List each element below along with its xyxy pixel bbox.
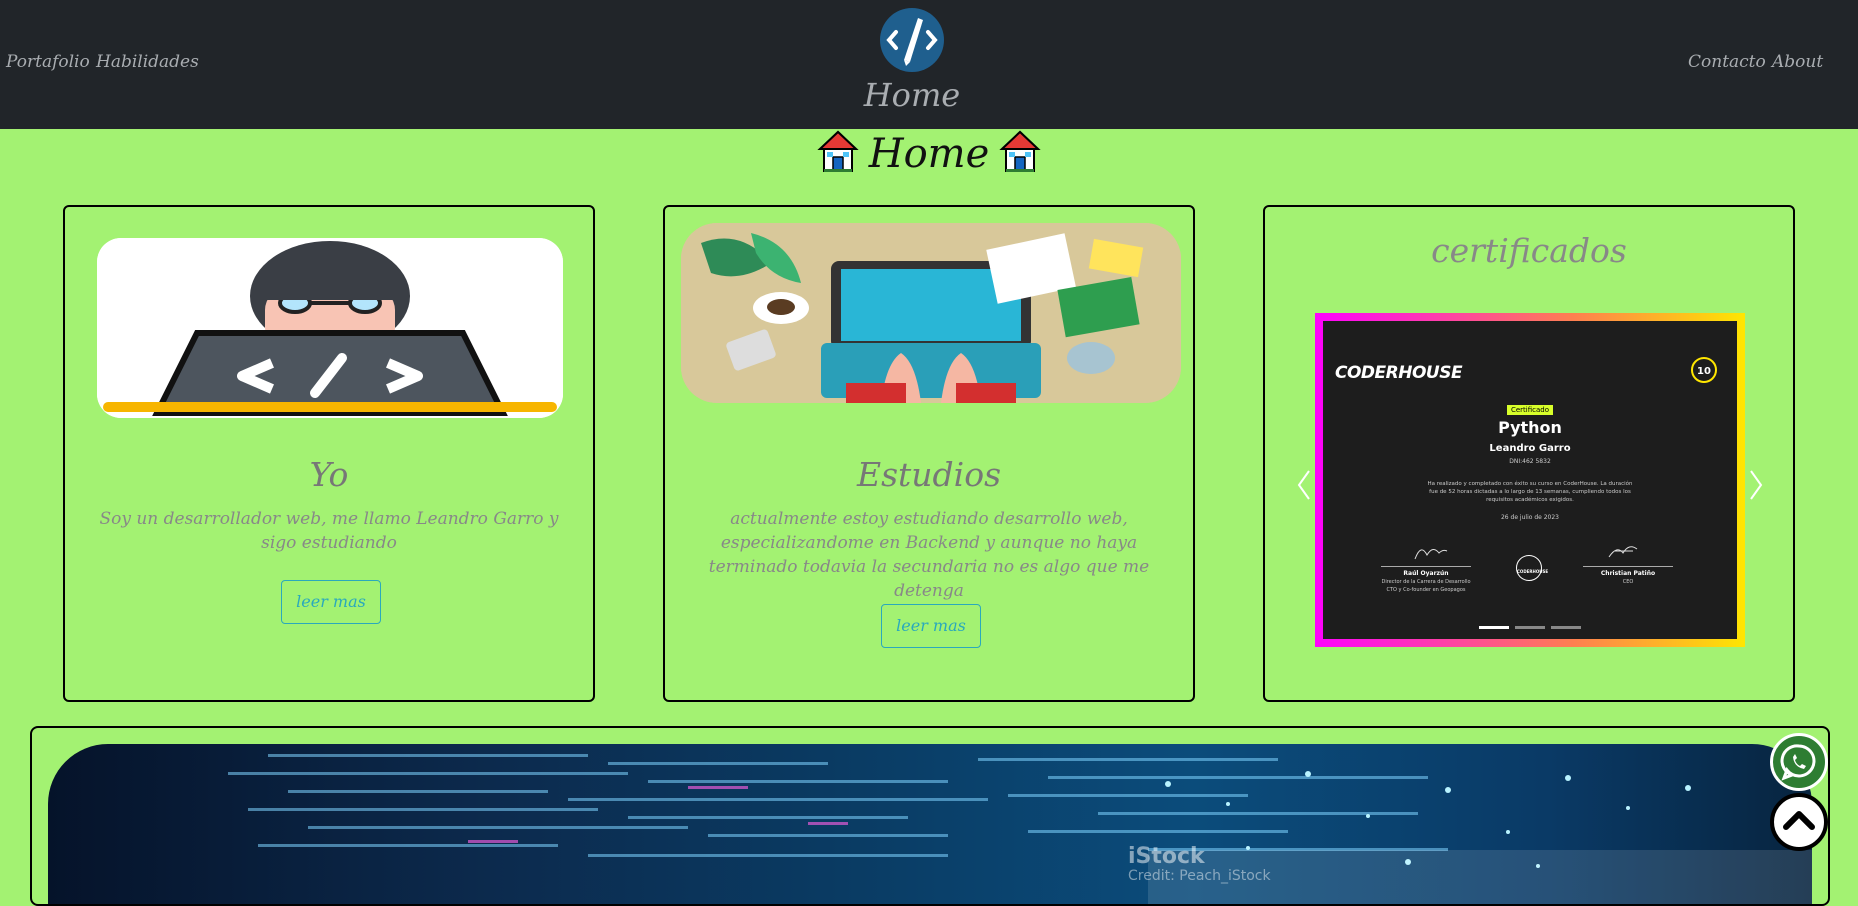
cert-date: 26 de julio de 2023 — [1500, 514, 1559, 521]
signature-right — [1608, 546, 1638, 558]
card-estudios-title: Estudios — [856, 455, 1002, 494]
carousel-indicator-2[interactable] — [1515, 626, 1545, 629]
nav-link-habilidades[interactable]: Habilidades — [96, 52, 199, 72]
cert-center-seal: CODERHOUSE — [1516, 555, 1548, 581]
card-estudios-read-more-button[interactable]: leer mas — [881, 604, 981, 648]
study-desk-illustration — [681, 223, 1181, 403]
cert-signer-right-role: CEO — [1622, 579, 1634, 585]
carousel-indicator-1[interactable] — [1479, 626, 1509, 629]
card-yo: Yo Soy un desarrollador web, me llamo Le… — [63, 205, 595, 702]
house-icon — [999, 129, 1041, 186]
navbar: Portafolio Habilidades Home Contacto Abo… — [0, 0, 1858, 129]
cert-body: Ha realizado y completado con éxito su c… — [1427, 481, 1633, 503]
cert-dni: DNI:462 5832 — [1509, 458, 1551, 465]
carousel-prev-button[interactable] — [1289, 463, 1319, 507]
card-certificados: certificados CODERHOUSE 10 Certificado P… — [1263, 205, 1795, 702]
house-icon — [817, 129, 859, 186]
card-certificados-title: certificados — [1431, 231, 1627, 270]
page-title: Home — [0, 128, 1858, 186]
cert-student: Leandro Garro — [1489, 443, 1571, 454]
nav-link-about[interactable]: About — [1772, 52, 1823, 72]
cert-signer-left-role: Director de la Carrera de Desarrollo — [1381, 579, 1471, 585]
award-badge-icon: 10 — [1691, 357, 1717, 383]
card-estudios: Estudios actualmente estoy estudiando de… — [663, 205, 1195, 702]
chevron-right-icon — [1750, 470, 1763, 500]
nav-link-contacto[interactable]: Contacto — [1688, 52, 1766, 72]
cert-course: Python — [1498, 418, 1562, 437]
cert-signer-left-role2: CTO y Co-founder en Geopagos — [1386, 587, 1466, 593]
banner-watermark: iStock — [1128, 844, 1205, 869]
developer-illustration — [97, 238, 563, 418]
card-yo-title: Yo — [309, 455, 349, 494]
page-title-text: Home — [868, 131, 990, 177]
signature-left — [1414, 549, 1448, 560]
banner-section: iStock Credit: Peach_iStock — [30, 726, 1830, 906]
brand-logo-icon[interactable] — [880, 8, 944, 72]
whatsapp-icon — [1780, 744, 1816, 781]
carousel-indicator-3[interactable] — [1551, 626, 1581, 629]
cert-signer-left-name: Raúl Oyarzún — [1403, 570, 1449, 577]
card-yo-read-more-button[interactable]: leer mas — [281, 580, 381, 624]
card-yo-text: Soy un desarrollador web, me llamo Leand… — [99, 509, 559, 553]
code-banner-image: iStock Credit: Peach_iStock — [48, 744, 1812, 904]
carousel-indicators — [1479, 626, 1583, 629]
carousel-next-button[interactable] — [1741, 463, 1771, 507]
card-estudios-text: actualmente estoy estudiando desarrollo … — [708, 509, 1150, 601]
whatsapp-button[interactable] — [1770, 733, 1828, 791]
cert-brand: CODERHOUSE — [1335, 363, 1463, 383]
certificate-slide: CODERHOUSE 10 Certificado Python Leandro… — [1315, 313, 1745, 647]
chevron-up-icon — [1783, 811, 1815, 830]
cert-signer-right-name: Christian Patiño — [1600, 570, 1656, 577]
banner-credit: Credit: Peach_iStock — [1128, 868, 1271, 884]
scroll-to-top-button[interactable] — [1770, 793, 1828, 851]
brand-home-link[interactable]: Home — [862, 76, 962, 114]
cert-badge: Certificado — [1506, 405, 1554, 415]
chevron-left-icon — [1297, 470, 1310, 500]
nav-link-portafolio[interactable]: Portafolio — [6, 52, 90, 72]
